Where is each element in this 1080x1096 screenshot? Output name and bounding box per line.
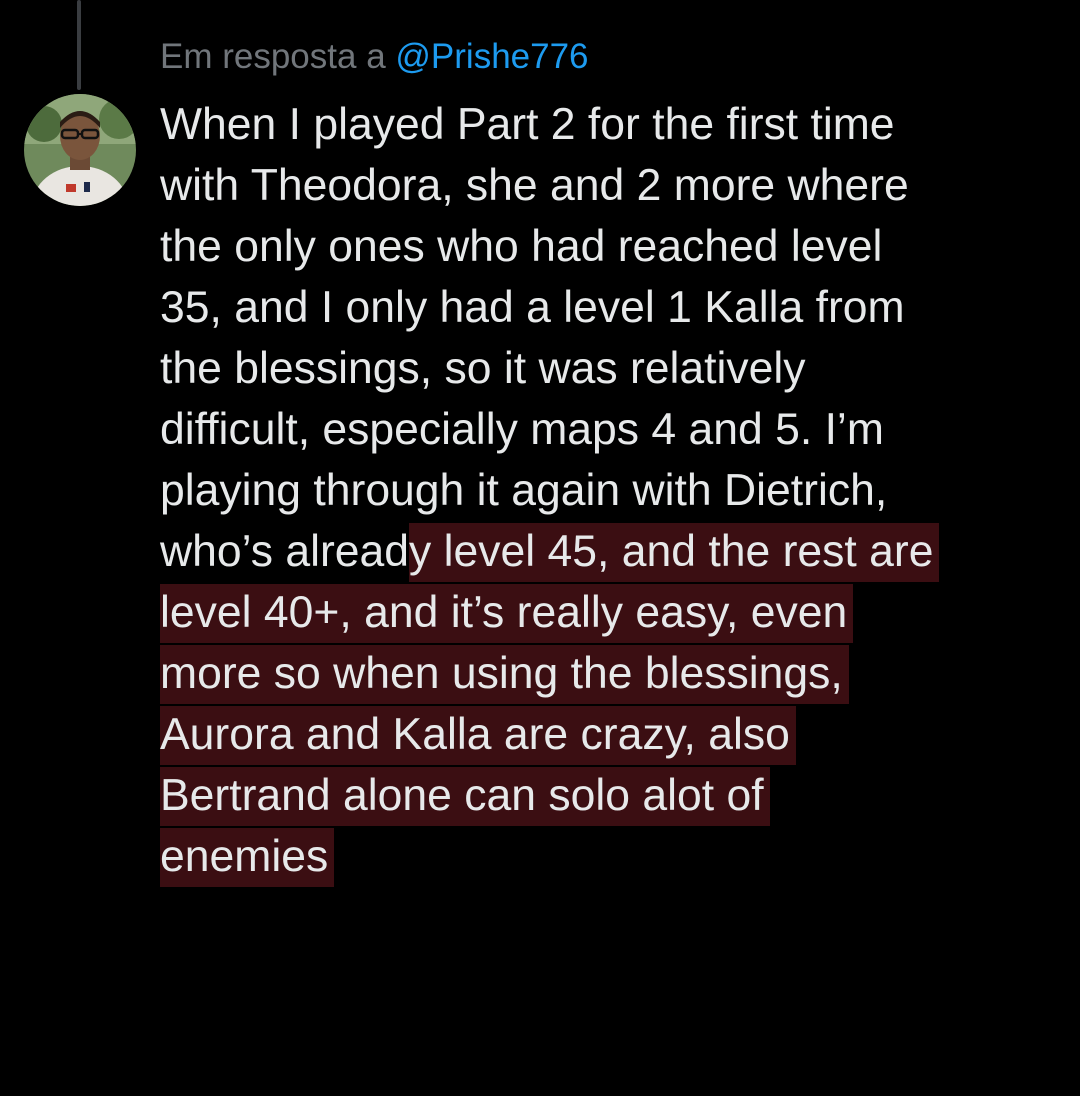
tweet-text-plain: 35, and I only had a level 1 Kalla from	[160, 283, 905, 332]
avatar[interactable]	[24, 94, 136, 206]
reply-handle-link[interactable]: @Prishe776	[395, 37, 588, 76]
tweet-text-line: with Theodora, she and 2 more where	[160, 155, 1065, 216]
tweet-text-highlight: Aurora and Kalla are crazy, also	[160, 706, 796, 765]
tweet-text-plain: who’s alread	[160, 527, 410, 576]
tweet-text-plain: When I played Part 2 for the first time	[160, 100, 895, 149]
reply-prefix: Em resposta a	[160, 37, 386, 76]
tweet-text-line: Bertrand alone can solo alot of	[160, 765, 1065, 826]
tweet-text-plain: playing through it again with Dietrich,	[160, 466, 888, 515]
tweet-text-plain: the blessings, so it was relatively	[160, 344, 806, 393]
tweet-text-line: difficult, especially maps 4 and 5. I’m	[160, 399, 1065, 460]
thread-connector-line	[77, 0, 81, 90]
tweet-text-line: level 40+, and it’s really easy, even	[160, 582, 1065, 643]
avatar-photo-icon	[24, 94, 136, 206]
tweet-text-line: When I played Part 2 for the first time	[160, 94, 1065, 155]
tweet-text-line: the blessings, so it was relatively	[160, 338, 1065, 399]
tweet-text-line: playing through it again with Dietrich,	[160, 460, 1065, 521]
tweet-text-line: more so when using the blessings,	[160, 643, 1065, 704]
tweet-text-highlight: level 40+, and it’s really easy, even	[160, 584, 854, 643]
tweet-text-plain: the only ones who had reached level	[160, 222, 883, 271]
tweet-text-line: 35, and I only had a level 1 Kalla from	[160, 277, 1065, 338]
tweet-text-line: Aurora and Kalla are crazy, also	[160, 704, 1065, 765]
tweet-text-highlight: enemies	[160, 828, 335, 887]
tweet-text-line: the only ones who had reached level	[160, 216, 1065, 277]
tweet-text-plain: with Theodora, she and 2 more where	[160, 161, 909, 210]
tweet-text-highlight: more so when using the blessings,	[160, 645, 849, 704]
tweet-text-highlight: y level 45, and the rest are	[409, 523, 940, 582]
tweet-text-line: who’s already level 45, and the rest are	[160, 521, 1065, 582]
reply-context: Em resposta a @Prishe776	[160, 34, 589, 80]
tweet-text-highlight: Bertrand alone can solo alot of	[160, 767, 770, 826]
tweet-text-plain: difficult, especially maps 4 and 5. I’m	[160, 405, 884, 454]
tweet-text: When I played Part 2 for the first time w…	[160, 94, 1065, 887]
tweet-text-line: enemies	[160, 826, 1065, 887]
